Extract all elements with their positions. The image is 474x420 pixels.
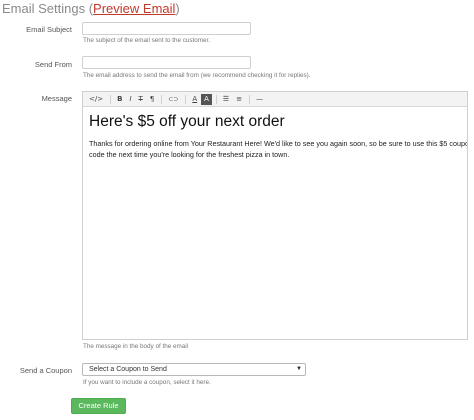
message-heading: Here's $5 off your next order: [89, 113, 285, 130]
coupon-select-value: Select a Coupon to Send: [89, 366, 167, 373]
message-help: The message in the body of the email: [83, 343, 189, 350]
unordered-list-button[interactable]: ☰: [220, 94, 232, 105]
highlight-color-button[interactable]: A: [201, 93, 212, 105]
toolbar-divider: [161, 94, 163, 104]
code-view-button[interactable]: </>: [86, 94, 106, 105]
message-editor[interactable]: </> B I T ¶ ⊂⊃ A A ☰ ≡ — Here's $5 off y…: [82, 91, 468, 340]
preview-email-link[interactable]: Preview Email: [93, 1, 175, 16]
toolbar-divider: [215, 94, 217, 104]
text-color-button[interactable]: A: [189, 94, 200, 105]
message-label: Message: [41, 94, 72, 103]
horizontal-rule-button[interactable]: —: [253, 94, 266, 105]
email-subject-label: Email Subject: [26, 25, 72, 34]
section-title-text: Email Settings (: [2, 1, 94, 16]
paragraph-button[interactable]: ¶: [147, 94, 157, 105]
message-body: Thanks for ordering online from Your Res…: [89, 139, 468, 159]
section-title-close: ): [175, 1, 180, 16]
coupon-help: If you want to include a coupon, select …: [83, 379, 211, 386]
toolbar-divider: [249, 94, 251, 104]
toolbar-divider: [110, 94, 112, 104]
coupon-label: Send a Coupon: [19, 366, 72, 375]
email-subject-input[interactable]: [82, 22, 251, 35]
chevron-down-icon: ▼: [296, 366, 302, 372]
send-from-label: Send From: [34, 60, 72, 69]
bold-button[interactable]: B: [114, 94, 125, 105]
ordered-list-button[interactable]: ≡: [233, 94, 245, 105]
send-from-input[interactable]: [82, 56, 251, 69]
link-button[interactable]: ⊂⊃: [165, 94, 181, 105]
section-title: Email Settings (Preview Email): [2, 1, 180, 16]
editor-toolbar: </> B I T ¶ ⊂⊃ A A ☰ ≡ —: [83, 92, 467, 107]
toolbar-divider: [185, 94, 187, 104]
italic-button[interactable]: I: [126, 94, 134, 105]
strikethrough-button[interactable]: T: [136, 94, 146, 105]
editor-content[interactable]: Here's $5 off your next order Thanks for…: [83, 107, 467, 160]
email-subject-help: The subject of the email sent to the cus…: [83, 37, 211, 44]
send-from-help: The email address to send the email from…: [83, 72, 311, 79]
coupon-select[interactable]: Select a Coupon to Send ▼: [82, 363, 306, 376]
create-rule-button[interactable]: Create Rule: [71, 398, 126, 414]
